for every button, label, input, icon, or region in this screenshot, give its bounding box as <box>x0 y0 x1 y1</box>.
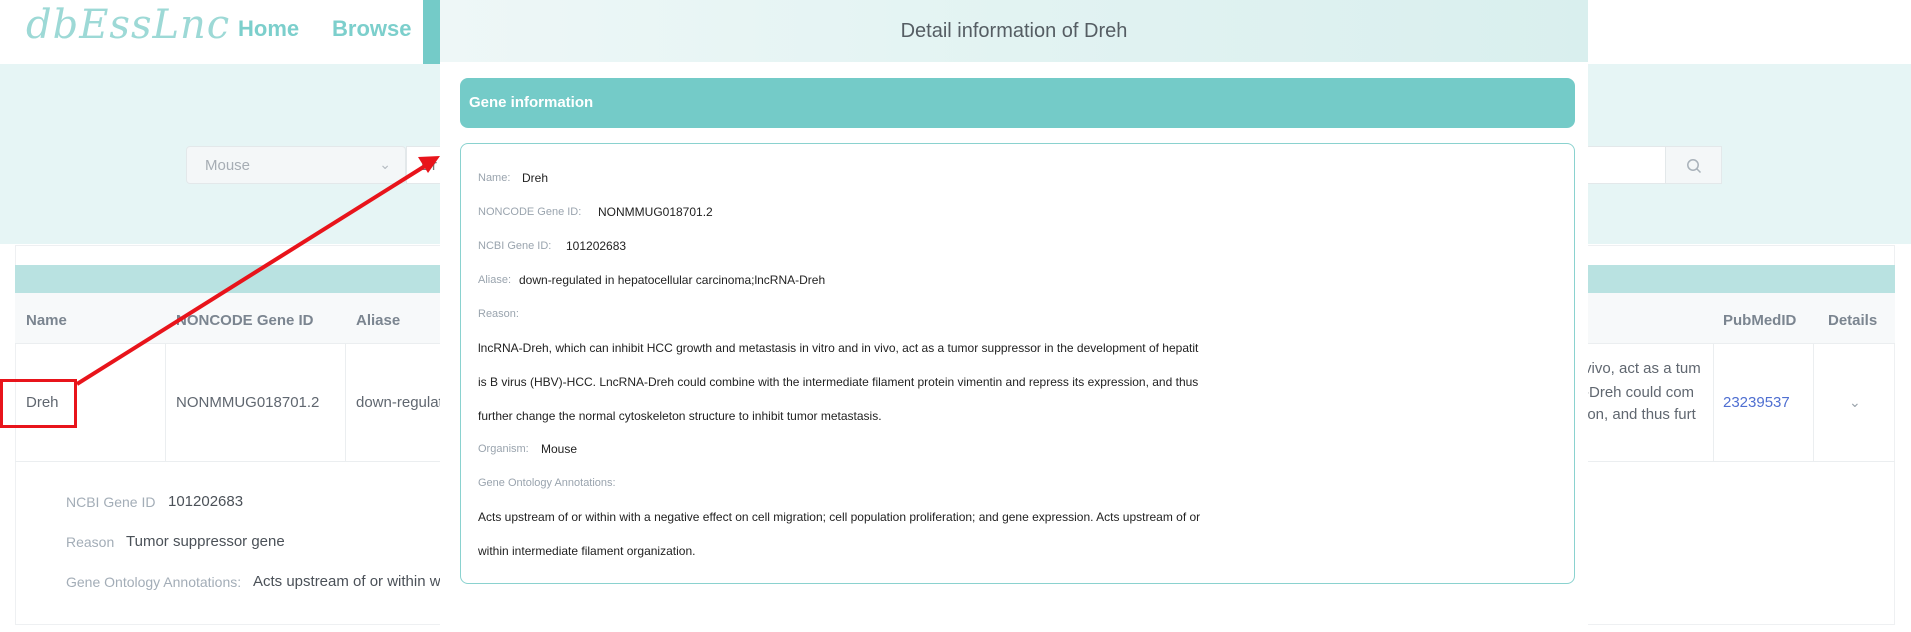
modal-reason-line: is B virus (HBV)-HCC. LncRNA-Dreh could … <box>478 375 1199 389</box>
gene-information-bar <box>460 78 1575 128</box>
gene-information-title: Gene information <box>469 94 594 111</box>
modal-ncbi-value: 101202683 <box>566 239 627 253</box>
modal-organism-value: Mouse <box>541 442 578 456</box>
modal-noncode-label: NONCODE Gene ID: <box>478 206 582 218</box>
modal-go-label: Gene Ontology Annotations: <box>478 477 616 489</box>
modal-aliase-label: Aliase: <box>478 274 512 286</box>
modal-reason-label: Reason: <box>478 308 519 320</box>
modal-name-value: Dreh <box>522 171 549 185</box>
modal-noncode-value: NONMMUG018701.2 <box>598 205 713 219</box>
modal-title: Detail information of Dreh <box>900 20 1128 42</box>
modal-organism-label: Organism: <box>478 443 529 455</box>
modal-reason-line: lncRNA-Dreh, which can inhibit HCC growt… <box>478 341 1199 355</box>
modal-ncbi-label: NCBI Gene ID: <box>478 240 552 252</box>
modal-name-label: Name: <box>478 172 511 184</box>
modal-go-line: Acts upstream of or within with a negati… <box>478 510 1201 524</box>
modal-aliase-value: down-regulated in hepatocellular carcino… <box>519 273 826 287</box>
modal-go-line: within intermediate filament organizatio… <box>478 544 696 558</box>
modal-reason-line: further change the normal cytoskeleton s… <box>478 409 882 423</box>
